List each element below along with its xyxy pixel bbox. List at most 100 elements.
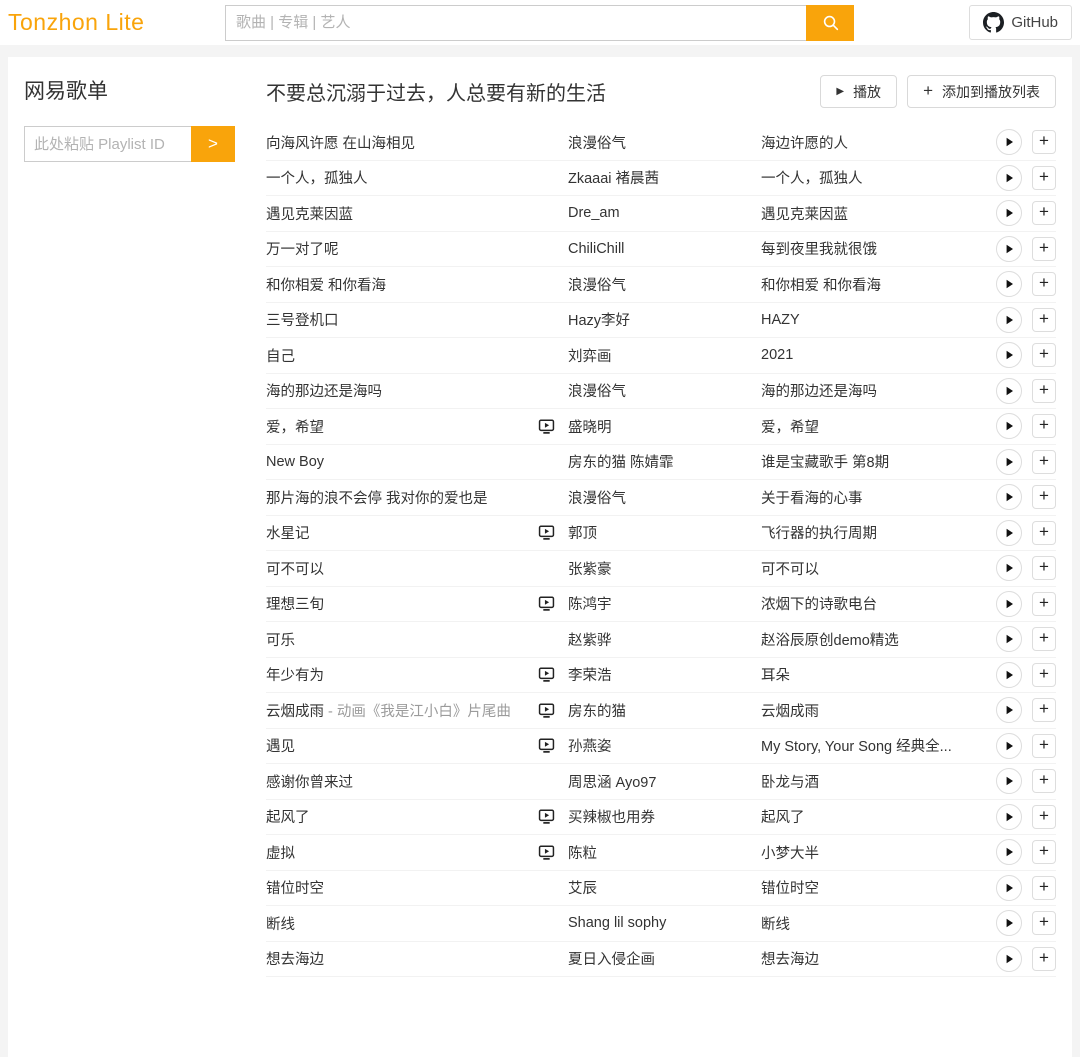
song-controls: + <box>996 839 1056 865</box>
song-album: 浓烟下的诗歌电台 <box>761 593 996 614</box>
search-button[interactable] <box>806 5 854 41</box>
plus-icon: + <box>1039 628 1049 648</box>
row-play-button[interactable] <box>996 875 1022 901</box>
row-add-button[interactable]: + <box>1032 663 1056 687</box>
row-add-button[interactable]: + <box>1032 521 1056 545</box>
song-artist: Hazy李好 <box>568 309 761 330</box>
mv-video-icon[interactable] <box>538 844 555 861</box>
chevron-right-icon: > <box>208 134 218 154</box>
play-icon <box>1004 492 1014 502</box>
row-add-button[interactable]: + <box>1032 840 1056 864</box>
play-all-button[interactable]: ▶ 播放 <box>820 75 897 108</box>
row-play-button[interactable] <box>996 662 1022 688</box>
mv-cell <box>538 595 568 612</box>
play-icon <box>1004 244 1014 254</box>
row-play-button[interactable] <box>996 413 1022 439</box>
song-controls: + <box>996 520 1056 546</box>
row-add-button[interactable]: + <box>1032 876 1056 900</box>
row-play-button[interactable] <box>996 342 1022 368</box>
row-play-button[interactable] <box>996 555 1022 581</box>
row-add-button[interactable]: + <box>1032 627 1056 651</box>
mv-video-icon[interactable] <box>538 595 555 612</box>
song-artist: 夏日入侵企画 <box>568 948 761 969</box>
row-add-button[interactable]: + <box>1032 769 1056 793</box>
row-add-button[interactable]: + <box>1032 308 1056 332</box>
row-play-button[interactable] <box>996 591 1022 617</box>
song-subtitle: - 动画《我是江小白》片尾曲 <box>324 704 511 720</box>
mv-video-icon[interactable] <box>538 737 555 754</box>
song-name: 感谢你曾来过 <box>266 775 353 791</box>
row-play-button[interactable] <box>996 236 1022 262</box>
plus-icon: + <box>1039 486 1049 506</box>
song-name-cell: 和你相爱 和你看海 <box>266 274 538 295</box>
github-button[interactable]: GitHub <box>969 5 1072 40</box>
row-add-button[interactable]: + <box>1032 166 1056 190</box>
row-play-button[interactable] <box>996 520 1022 546</box>
row-add-button[interactable]: + <box>1032 734 1056 758</box>
mv-video-icon[interactable] <box>538 808 555 825</box>
row-play-button[interactable] <box>996 484 1022 510</box>
add-all-label: 添加到播放列表 <box>942 82 1040 102</box>
row-play-button[interactable] <box>996 378 1022 404</box>
row-play-button[interactable] <box>996 626 1022 652</box>
row-add-button[interactable]: + <box>1032 414 1056 438</box>
row-play-button[interactable] <box>996 449 1022 475</box>
row-add-button[interactable]: + <box>1032 947 1056 971</box>
row-add-button[interactable]: + <box>1032 911 1056 935</box>
song-controls: + <box>996 378 1056 404</box>
mv-video-icon[interactable] <box>538 524 555 541</box>
song-name-cell: 云烟成雨 - 动画《我是江小白》片尾曲 <box>266 700 538 721</box>
mv-video-icon[interactable] <box>538 666 555 683</box>
plus-icon: + <box>1039 273 1049 293</box>
row-add-button[interactable]: + <box>1032 343 1056 367</box>
play-icon <box>1004 137 1014 147</box>
row-play-button[interactable] <box>996 129 1022 155</box>
song-artist: 房东的猫 <box>568 700 761 721</box>
mv-cell <box>538 169 568 186</box>
row-play-button[interactable] <box>996 271 1022 297</box>
row-add-button[interactable]: + <box>1032 592 1056 616</box>
add-all-to-queue-button[interactable]: + 添加到播放列表 <box>907 75 1056 108</box>
row-play-button[interactable] <box>996 200 1022 226</box>
song-name-cell: 虚拟 <box>266 842 538 863</box>
play-icon <box>1004 918 1014 928</box>
playlist-id-submit-button[interactable]: > <box>191 126 235 162</box>
song-artist: 买辣椒也用券 <box>568 806 761 827</box>
row-play-button[interactable] <box>996 804 1022 830</box>
mv-cell <box>538 773 568 790</box>
row-add-button[interactable]: + <box>1032 698 1056 722</box>
playlist-id-input[interactable] <box>24 126 191 162</box>
app-logo[interactable]: Tonzhon Lite <box>8 9 144 36</box>
song-controls: + <box>996 200 1056 226</box>
search-input[interactable] <box>225 5 806 41</box>
song-name-cell: New Boy <box>266 454 538 470</box>
mv-video-icon[interactable] <box>538 418 555 435</box>
row-add-button[interactable]: + <box>1032 805 1056 829</box>
row-add-button[interactable]: + <box>1032 130 1056 154</box>
play-icon <box>1004 954 1014 964</box>
row-add-button[interactable]: + <box>1032 379 1056 403</box>
song-row: 断线 Shang lil sophy 断线 + <box>266 906 1056 942</box>
row-play-button[interactable] <box>996 910 1022 936</box>
mv-cell <box>538 453 568 470</box>
mv-cell <box>538 489 568 506</box>
row-play-button[interactable] <box>996 839 1022 865</box>
row-play-button[interactable] <box>996 697 1022 723</box>
song-controls: + <box>996 342 1056 368</box>
song-name-cell: 遇见克莱因蓝 <box>266 203 538 224</box>
row-add-button[interactable]: + <box>1032 272 1056 296</box>
row-add-button[interactable]: + <box>1032 237 1056 261</box>
row-add-button[interactable]: + <box>1032 556 1056 580</box>
row-add-button[interactable]: + <box>1032 485 1056 509</box>
row-play-button[interactable] <box>996 768 1022 794</box>
plus-icon: + <box>1039 948 1049 968</box>
song-row: 想去海边 夏日入侵企画 想去海边 + <box>266 942 1056 978</box>
play-all-label: 播放 <box>853 82 881 102</box>
row-play-button[interactable] <box>996 733 1022 759</box>
mv-video-icon[interactable] <box>538 702 555 719</box>
row-play-button[interactable] <box>996 946 1022 972</box>
row-add-button[interactable]: + <box>1032 450 1056 474</box>
row-add-button[interactable]: + <box>1032 201 1056 225</box>
row-play-button[interactable] <box>996 165 1022 191</box>
row-play-button[interactable] <box>996 307 1022 333</box>
